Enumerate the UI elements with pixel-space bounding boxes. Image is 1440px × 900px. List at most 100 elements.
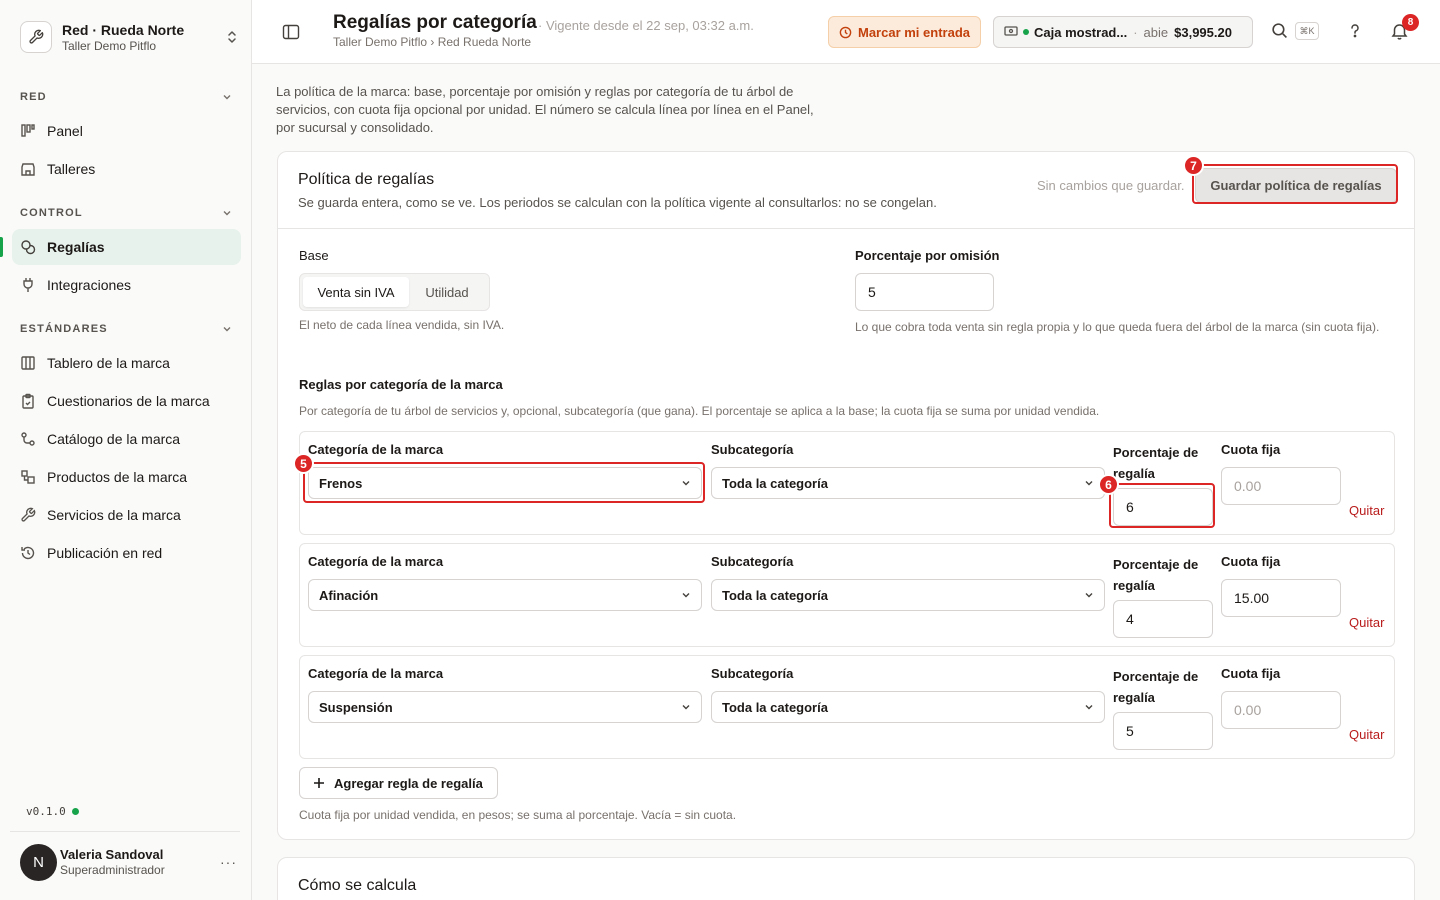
remove-rule-button[interactable]: Quitar: [1349, 503, 1384, 518]
share-icon: [20, 431, 36, 447]
user-role: Superadministrador: [60, 863, 165, 877]
fee-hint: Cuota fija por unidad vendida, en pesos;…: [299, 808, 737, 822]
coins-icon: [20, 239, 36, 255]
subcategory-value: Toda la categoría: [722, 587, 828, 603]
plug-icon: [20, 277, 36, 293]
chevron-down-icon: [1085, 705, 1093, 710]
sidebar-item-panel[interactable]: Panel: [12, 113, 241, 149]
sidebar-item-label: Catálogo de la marca: [47, 431, 181, 447]
sidebar-item-label: Tablero de la marca: [47, 355, 170, 371]
page-title: Regalías por categoría: [333, 12, 537, 33]
store-icon: [20, 161, 36, 177]
cash-register-selector[interactable]: Caja mostrad... · abie $3,995.20: [993, 16, 1253, 48]
rule-row: Categoría de la marca Frenos Subcategorí…: [299, 431, 1395, 535]
rule-row: Categoría de la marca Suspensión Subcate…: [299, 655, 1395, 759]
percent-input[interactable]: 4: [1113, 600, 1213, 638]
sidebar-item-label: Productos de la marca: [47, 469, 188, 485]
user-menu[interactable]: N Valeria Sandoval Superadministrador ··…: [20, 843, 240, 881]
rules-title: Reglas por categoría de la marca: [299, 377, 503, 392]
save-policy-button[interactable]: Guardar política de regalías: [1195, 168, 1397, 203]
sidebar: Red · Rueda Norte Taller Demo Pitflo RED…: [0, 0, 252, 900]
rule-row: Categoría de la marca Afinación Subcateg…: [299, 543, 1395, 647]
add-rule-label: Agregar regla de regalía: [334, 775, 483, 791]
base-option-utilidad[interactable]: Utilidad: [409, 277, 485, 307]
clock-icon: [839, 26, 852, 39]
breadcrumb: Taller Demo Pitflo › Red Rueda Norte: [333, 35, 532, 49]
percent-input[interactable]: 6: [1113, 488, 1213, 526]
base-hint: El neto de cada línea vendida, sin IVA.: [299, 318, 505, 332]
clock-in-label: Marcar mi entrada: [858, 24, 970, 40]
sidebar-item-tablero[interactable]: Tablero de la marca: [12, 345, 241, 381]
sidebar-item-integraciones[interactable]: Integraciones: [12, 267, 241, 303]
section-estandares[interactable]: ESTÁNDARES: [20, 323, 232, 335]
subcategory-select[interactable]: Toda la categoría: [711, 467, 1105, 499]
fee-input[interactable]: 15.00: [1221, 579, 1341, 617]
sidebar-item-regalias[interactable]: Regalías: [12, 229, 241, 265]
columns-icon: [20, 355, 36, 371]
base-label: Base: [299, 248, 329, 263]
subcategory-label: Subcategoría: [711, 442, 794, 457]
subcategory-label: Subcategoría: [711, 554, 794, 569]
chevron-down-icon: [223, 327, 231, 332]
sidebar-item-productos[interactable]: Productos de la marca: [12, 459, 241, 495]
category-select[interactable]: Suspensión: [308, 691, 702, 723]
help-icon[interactable]: [1348, 22, 1362, 40]
fee-input[interactable]: 0.00: [1221, 691, 1341, 729]
active-indicator: [0, 237, 3, 257]
category-value: Afinación: [319, 587, 379, 603]
subcategory-select[interactable]: Toda la categoría: [711, 579, 1105, 611]
policy-card: Política de regalías Se guarda entera, c…: [277, 151, 1415, 840]
status-dot: [71, 808, 79, 815]
sidebar-item-catalogo[interactable]: Catálogo de la marca: [12, 421, 241, 457]
sidebar-item-cuestionarios[interactable]: Cuestionarios de la marca: [12, 383, 241, 419]
section-label: CONTROL: [20, 207, 83, 219]
remove-rule-button[interactable]: Quitar: [1349, 615, 1384, 630]
more-icon[interactable]: ···: [220, 854, 240, 870]
kanban-icon: [20, 123, 36, 139]
section-label: ESTÁNDARES: [20, 323, 108, 335]
org-name: Red · Rueda Norte: [62, 21, 185, 38]
clipboard-icon: [20, 393, 36, 409]
till-name: Caja mostrad...: [1034, 24, 1128, 40]
sidebar-item-label: Panel: [47, 123, 83, 139]
subcategory-select[interactable]: Toda la categoría: [711, 691, 1105, 723]
chevron-down-icon: [223, 211, 231, 216]
category-select[interactable]: Frenos: [308, 467, 702, 499]
section-red[interactable]: RED: [20, 91, 232, 103]
category-label: Categoría de la marca: [308, 442, 444, 457]
fee-input[interactable]: 0.00: [1221, 467, 1341, 505]
till-amount: $3,995.20: [1174, 24, 1232, 40]
save-status: Sin cambios que guardar.: [1037, 178, 1185, 193]
version-label: v0.1.0: [26, 805, 66, 818]
sidebar-item-label: Talleres: [47, 161, 96, 177]
org-switcher[interactable]: Red · Rueda Norte Taller Demo Pitflo: [20, 17, 240, 57]
category-select[interactable]: Afinación: [308, 579, 702, 611]
divider: [10, 831, 240, 832]
sidebar-item-servicios[interactable]: Servicios de la marca: [12, 497, 241, 533]
remove-rule-button[interactable]: Quitar: [1349, 727, 1384, 742]
default-percent-input[interactable]: 5: [855, 273, 994, 311]
subcategory-value: Toda la categoría: [722, 699, 828, 715]
sidebar-toggle-icon[interactable]: [282, 23, 300, 44]
chevrons-up-down-icon: [224, 25, 240, 49]
user-name: Valeria Sandoval: [60, 847, 164, 862]
search-icon[interactable]: [1271, 22, 1288, 39]
add-rule-button[interactable]: Agregar regla de regalía: [299, 767, 498, 799]
step-marker: 6: [1098, 474, 1119, 495]
step-marker: 7: [1183, 155, 1204, 176]
clock-in-button[interactable]: Marcar mi entrada: [828, 16, 981, 48]
org-subtitle: Taller Demo Pitflo: [62, 38, 157, 53]
sidebar-item-talleres[interactable]: Talleres: [12, 151, 241, 187]
subcategory-label: Subcategoría: [711, 666, 794, 681]
wrench-logo-icon: [20, 21, 52, 53]
percent-input[interactable]: 5: [1113, 712, 1213, 750]
section-control[interactable]: CONTROL: [20, 207, 232, 219]
how-title: Cómo se calcula: [298, 877, 417, 894]
base-option-venta[interactable]: Venta sin IVA: [303, 277, 409, 307]
sidebar-item-publicacion[interactable]: Publicación en red: [12, 535, 241, 571]
sidebar-item-label: Integraciones: [47, 277, 132, 293]
chevron-down-icon: [682, 481, 690, 486]
sidebar-item-label: Servicios de la marca: [47, 507, 181, 523]
category-label: Categoría de la marca: [308, 666, 444, 681]
sidebar-item-label: Publicación en red: [47, 545, 163, 561]
